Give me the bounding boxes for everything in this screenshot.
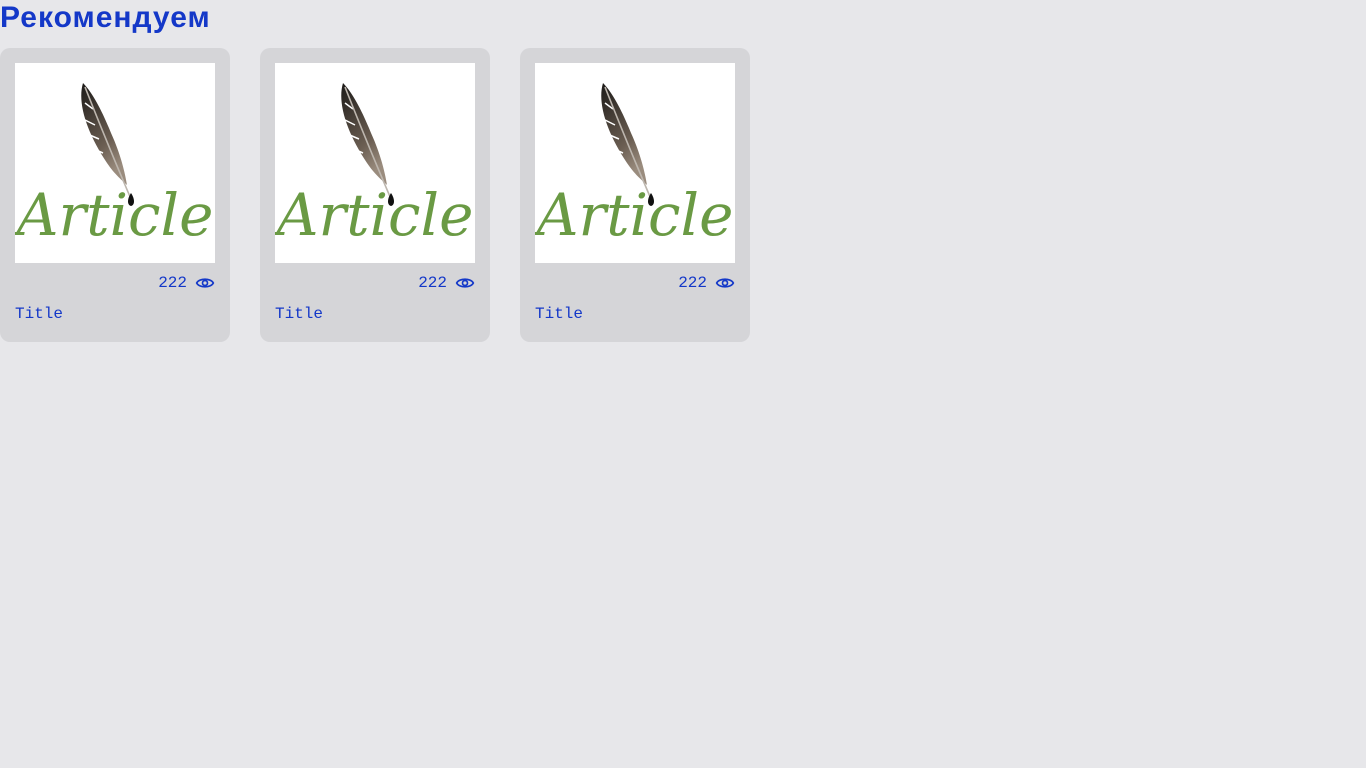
article-card[interactable]: Article 222 Title — [0, 48, 230, 342]
views-count: 222 — [678, 274, 707, 292]
article-logo-text: Article — [535, 181, 733, 249]
views-counter: 222 — [535, 263, 735, 303]
views-count: 222 — [158, 274, 187, 292]
eye-icon — [455, 278, 475, 288]
article-card[interactable]: Article 222 Title — [520, 48, 750, 342]
card-title[interactable]: Title — [15, 302, 215, 326]
views-counter: 222 — [275, 263, 475, 303]
article-logo-image: Article — [15, 63, 215, 263]
article-card[interactable]: Article 222 Title — [260, 48, 490, 342]
eye-icon — [715, 278, 735, 288]
card-title[interactable]: Title — [535, 302, 735, 326]
section-title: Рекомендуем — [0, 1, 211, 34]
card-title[interactable]: Title — [275, 302, 475, 326]
article-logo-text: Article — [275, 181, 473, 249]
views-counter: 222 — [15, 263, 215, 303]
article-logo-text: Article — [15, 181, 213, 249]
eye-icon — [195, 278, 215, 288]
article-logo-image: Article — [275, 63, 475, 263]
article-logo-image: Article — [535, 63, 735, 263]
views-count: 222 — [418, 274, 447, 292]
recommended-cards: Article 222 Title Article 222 Title Arti… — [0, 48, 750, 342]
